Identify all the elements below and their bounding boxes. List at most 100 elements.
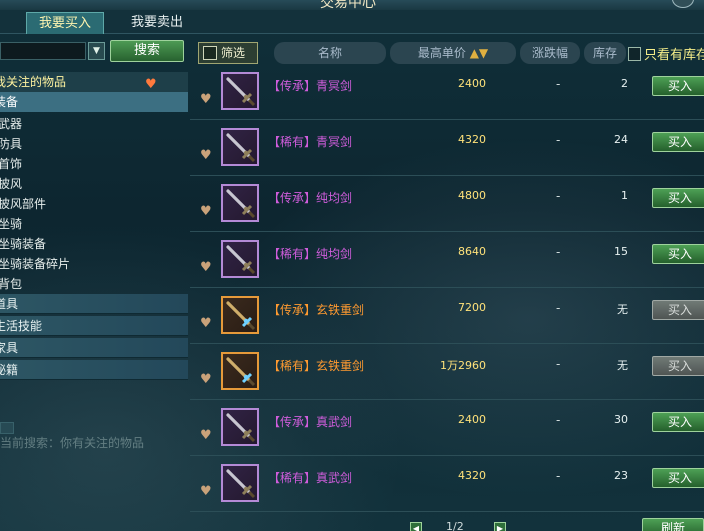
sidebar-subitem[interactable]: 坐骑装备 xyxy=(0,234,188,254)
item-tag: 【稀有】 xyxy=(268,247,317,261)
item-change: - xyxy=(556,189,561,203)
sidebar-subitem-label: 背包 xyxy=(0,277,23,291)
close-icon[interactable] xyxy=(672,0,694,8)
sidebar-subitem[interactable]: 首饰 xyxy=(0,154,188,174)
next-page-icon[interactable]: ▶ xyxy=(494,522,506,531)
sidebar-subitem[interactable]: 披风 xyxy=(0,174,188,194)
search-tip: 当前搜索：你有关注的物品 xyxy=(0,436,145,450)
item-title: 纯均剑 xyxy=(316,191,353,205)
sidebar-subitem-label: 坐骑装备碎片 xyxy=(0,257,71,271)
window-title: 交易中心 xyxy=(320,0,376,10)
item-tag: 【传承】 xyxy=(268,79,317,93)
table-row[interactable]: ♥ 【传承】青冥剑 2400 - 2 买入 xyxy=(190,64,704,120)
buy-button[interactable]: 买入 xyxy=(652,244,704,264)
sidebar-subitem[interactable]: 坐骑 xyxy=(0,214,188,234)
tab-sell[interactable]: 我要卖出 xyxy=(118,12,196,34)
table-row[interactable]: ♥ 【稀有】纯均剑 8640 - 15 买入 xyxy=(190,232,704,288)
filter-button[interactable]: 筛选 xyxy=(198,42,258,64)
column-change[interactable]: 涨跌幅 xyxy=(520,42,580,64)
sidebar-subitem-label: 披风 xyxy=(0,177,23,191)
item-change: - xyxy=(556,413,561,427)
pagination: ◀ 1/2 ▶ xyxy=(406,520,516,531)
item-stock: 无 xyxy=(617,359,628,372)
buy-button[interactable]: 买入 xyxy=(652,356,704,376)
item-tag: 【传承】 xyxy=(268,415,317,429)
table-row[interactable]: ♥ 【传承】玄铁重剑 7200 - 无 买入 xyxy=(190,288,704,344)
item-name: 【传承】真武剑 xyxy=(268,413,352,430)
favorite-heart-icon[interactable]: ♥ xyxy=(200,316,212,331)
chevron-down-icon[interactable]: ▼ xyxy=(88,42,105,60)
item-stock: 30 xyxy=(614,413,628,426)
item-title: 真武剑 xyxy=(316,415,353,429)
buy-button[interactable]: 买入 xyxy=(652,300,704,320)
heavy-sword-icon xyxy=(221,352,259,390)
filter-label: 筛选 xyxy=(221,46,246,60)
item-change: - xyxy=(556,133,561,147)
prev-page-icon[interactable]: ◀ xyxy=(410,522,422,531)
category-furniture[interactable]: 家具 xyxy=(0,338,188,358)
category-manuals[interactable]: 秘籍 xyxy=(0,360,188,380)
category-furniture-label: 家具 xyxy=(0,341,19,355)
search-button[interactable]: 搜索 xyxy=(110,40,184,62)
favorite-heart-icon[interactable]: ♥ xyxy=(200,428,212,443)
item-change: - xyxy=(556,301,561,315)
favorite-heart-icon[interactable]: ♥ xyxy=(200,372,212,387)
sword-icon xyxy=(221,240,259,278)
item-tag: 【传承】 xyxy=(268,191,317,205)
tab-buy[interactable]: 我要买入 xyxy=(26,12,104,34)
sidebar-subitem[interactable]: 披风部件 xyxy=(0,194,188,214)
favorite-heart-icon[interactable]: ♥ xyxy=(200,148,212,163)
category-props-label: 道具 xyxy=(0,297,19,311)
favorite-heart-icon[interactable]: ♥ xyxy=(200,484,212,499)
sword-icon xyxy=(221,464,259,502)
refresh-button[interactable]: 刷新 xyxy=(642,518,704,531)
table-row[interactable]: ♥ 【稀有】真武剑 4320 - 23 买入 xyxy=(190,456,704,512)
item-tag: 【稀有】 xyxy=(268,359,317,373)
only-in-stock-checkbox[interactable] xyxy=(628,47,641,61)
category-manuals-label: 秘籍 xyxy=(0,363,19,377)
category-equipment-label: 装备 xyxy=(0,95,19,109)
only-in-stock-toggle[interactable]: 只看有库存 xyxy=(628,44,704,64)
table-row[interactable]: ♥ 【传承】真武剑 2400 - 30 买入 xyxy=(190,400,704,456)
item-price: 4320 xyxy=(458,469,486,482)
item-stock: 2 xyxy=(621,77,628,90)
item-price: 4800 xyxy=(458,189,486,202)
item-name: 【传承】玄铁重剑 xyxy=(268,301,364,318)
buy-button[interactable]: 买入 xyxy=(652,188,704,208)
column-stock[interactable]: 库存 xyxy=(584,42,626,64)
sidebar-subitem[interactable]: 背包 xyxy=(0,274,188,294)
favorite-heart-icon[interactable]: ♥ xyxy=(200,260,212,275)
heavy-sword-icon xyxy=(221,296,259,334)
table-row[interactable]: ♥ 【传承】纯均剑 4800 - 1 买入 xyxy=(190,176,704,232)
category-life-skills[interactable]: 生活技能 xyxy=(0,316,188,336)
item-tag: 【传承】 xyxy=(268,303,317,317)
favorite-heart-icon[interactable]: ♥ xyxy=(200,204,212,219)
category-props[interactable]: 道具 xyxy=(0,294,188,314)
table-row[interactable]: ♥ 【稀有】玄铁重剑 1万2960 - 无 买入 xyxy=(190,344,704,400)
sidebar-subitem[interactable]: 防具 xyxy=(0,134,188,154)
buy-button[interactable]: 买入 xyxy=(652,412,704,432)
category-equipment[interactable]: 装备 xyxy=(0,92,188,112)
sidebar-subitem-label: 披风部件 xyxy=(0,197,47,211)
table-row[interactable]: ♥ 【稀有】青冥剑 4320 - 24 买入 xyxy=(190,120,704,176)
category-panel: ▼ 搜索 我关注的物品 ♥ 装备 武器防具首饰披风披风部件坐骑 坐骑装备坐骑装备碎… xyxy=(0,34,190,531)
item-name: 【传承】青冥剑 xyxy=(268,77,352,94)
item-price: 7200 xyxy=(458,301,486,314)
item-title: 玄铁重剑 xyxy=(316,359,365,373)
buy-button[interactable]: 买入 xyxy=(652,468,704,488)
search-input[interactable] xyxy=(0,42,86,60)
item-price: 2400 xyxy=(458,413,486,426)
buy-button[interactable]: 买入 xyxy=(652,76,704,96)
sidebar-subitem[interactable]: 坐骑装备碎片 xyxy=(0,254,188,274)
sidebar-subitem-label: 防具 xyxy=(0,137,23,151)
category-favorites[interactable]: 我关注的物品 ♥ xyxy=(0,72,188,92)
item-stock: 24 xyxy=(614,133,628,146)
filter-checkbox xyxy=(203,46,217,60)
buy-button[interactable]: 买入 xyxy=(652,132,704,152)
title-bar: 交易中心 xyxy=(0,0,704,10)
sidebar-subitem[interactable]: 武器 xyxy=(0,114,188,134)
sort-icon: ▲▼ xyxy=(469,46,489,60)
column-max-price[interactable]: 最高单价 ▲▼ xyxy=(390,42,516,64)
column-name[interactable]: 名称 xyxy=(274,42,386,64)
favorite-heart-icon[interactable]: ♥ xyxy=(200,92,212,107)
